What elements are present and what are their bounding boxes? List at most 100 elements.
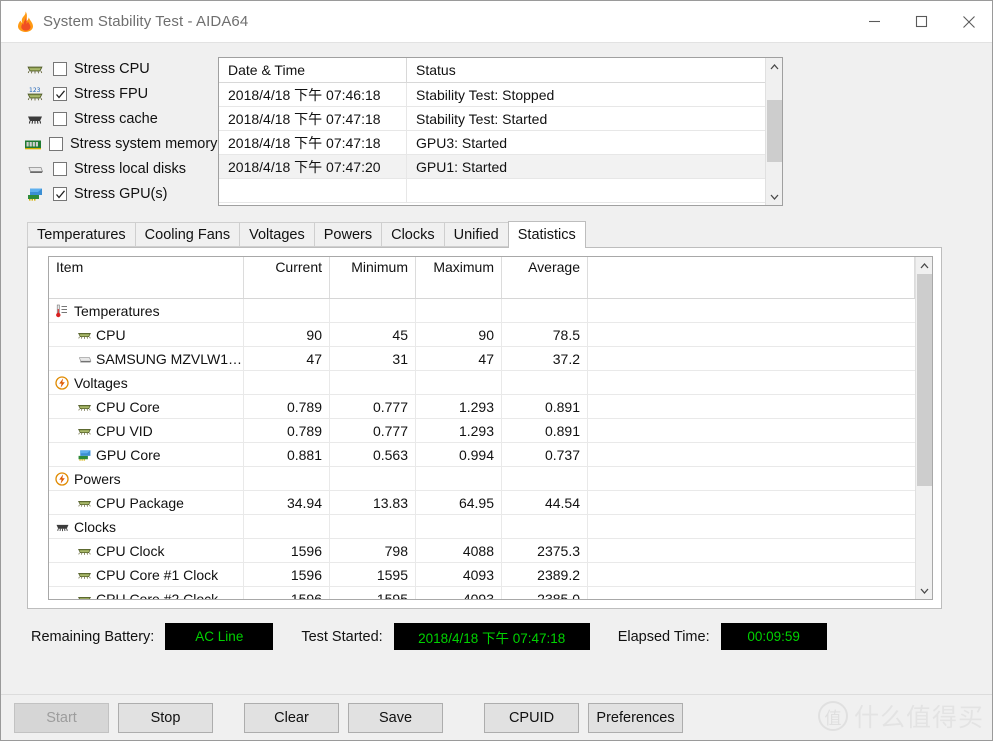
stress-option-fpu[interactable]: 123 Stress FPU (23, 82, 216, 106)
tab-label: Cooling Fans (144, 226, 231, 243)
table-row[interactable]: CPU Core 0.789 0.777 1.293 0.891 (49, 395, 915, 419)
table-row[interactable]: Powers (49, 467, 915, 491)
tab-cooling-fans[interactable]: Cooling Fans (134, 222, 240, 247)
table-row[interactable]: GPU Core 0.881 0.563 0.994 0.737 (49, 443, 915, 467)
row-filler (588, 515, 915, 538)
start-button[interactable]: Start (14, 702, 109, 733)
statistics-grid: Item Current Minimum Maximum Average Tem… (48, 256, 933, 600)
row-minimum: 1595 (330, 587, 416, 599)
stress-fpu-checkbox[interactable] (53, 87, 67, 101)
table-row[interactable]: Voltages (49, 371, 915, 395)
log-row[interactable]: 2018/4/18 下午 07:46:18 Stability Test: St… (219, 83, 765, 107)
stress-option-system-memory[interactable]: Stress system memory (23, 132, 218, 156)
scrollbar-thumb[interactable] (916, 274, 932, 486)
stress-cpu-checkbox[interactable] (53, 62, 67, 76)
tab-temperatures[interactable]: Temperatures (27, 222, 135, 247)
save-button[interactable]: Save (348, 702, 443, 733)
stress-cache-checkbox[interactable] (53, 112, 67, 126)
row-maximum: 90 (416, 323, 502, 346)
preferences-button[interactable]: Preferences (588, 702, 683, 733)
stop-button[interactable]: Stop (118, 702, 213, 733)
row-label: CPU Package (96, 494, 184, 511)
tab-powers[interactable]: Powers (313, 222, 382, 247)
scroll-down-icon[interactable] (766, 188, 783, 205)
tab-unified[interactable]: Unified (443, 222, 508, 247)
scrollbar-thumb[interactable] (766, 100, 782, 162)
row-current: 0.789 (244, 419, 330, 442)
minimize-icon[interactable] (851, 1, 898, 42)
row-average: 78.5 (502, 323, 588, 346)
log-time: 2018/4/18 下午 07:47:18 (219, 107, 407, 130)
cache-chip-icon (53, 519, 71, 535)
stress-option-gpus[interactable]: Stress GPU(s) (23, 182, 216, 206)
log-column-date-time: Date & Time (219, 58, 407, 82)
event-log-scrollbar[interactable] (765, 58, 782, 205)
log-status: GPU3: Started (416, 134, 508, 151)
maximize-icon[interactable] (898, 1, 945, 42)
tab-voltages[interactable]: Voltages (239, 222, 314, 247)
row-maximum (416, 467, 502, 490)
row-minimum: 1595 (330, 563, 416, 586)
title-bar: System Stability Test - AIDA64 (1, 1, 992, 42)
row-label: CPU Core #1 Clock (96, 566, 219, 583)
col-maximum: Maximum (416, 257, 502, 298)
row-item: CPU Core #2 Clock (49, 587, 244, 599)
row-minimum (330, 467, 416, 490)
stress-option-label: Stress GPU(s) (74, 186, 168, 202)
table-row[interactable]: CPU Package 34.94 13.83 64.95 44.54 (49, 491, 915, 515)
row-maximum (416, 299, 502, 322)
log-row[interactable]: 2018/4/18 下午 07:47:18 GPU3: Started (219, 131, 765, 155)
table-row[interactable]: CPU Core #2 Clock 1596 1595 4093 2385.0 (49, 587, 915, 599)
scrollbar-track[interactable] (766, 75, 783, 188)
table-row[interactable]: CPU 90 45 90 78.5 (49, 323, 915, 347)
row-current: 0.881 (244, 443, 330, 466)
row-item: Temperatures (49, 299, 244, 322)
col-average: Average (502, 257, 588, 298)
scroll-up-icon[interactable] (916, 257, 933, 274)
scroll-up-icon[interactable] (766, 58, 783, 75)
tab-label: Unified (453, 226, 499, 243)
row-current: 47 (244, 347, 330, 370)
stress-gpus-checkbox[interactable] (53, 187, 67, 201)
clear-button[interactable]: Clear (244, 702, 339, 733)
log-row[interactable]: 2018/4/18 下午 07:47:18 Stability Test: St… (219, 107, 765, 131)
table-row[interactable]: CPU VID 0.789 0.777 1.293 0.891 (49, 419, 915, 443)
row-current: 34.94 (244, 491, 330, 514)
row-item: Clocks (49, 515, 244, 538)
stress-option-label: Stress system memory (70, 136, 218, 152)
row-average: 0.737 (502, 443, 588, 466)
statistics-scrollbar[interactable] (915, 257, 932, 599)
row-filler (588, 587, 915, 599)
table-row[interactable]: Temperatures (49, 299, 915, 323)
table-row[interactable]: CPU Core #1 Clock 1596 1595 4093 2389.2 (49, 563, 915, 587)
stress-disks-checkbox[interactable] (53, 162, 67, 176)
row-average (502, 467, 588, 490)
statistics-rows: Item Current Minimum Maximum Average Tem… (49, 257, 915, 599)
cpu-chip-icon (75, 567, 93, 583)
stress-memory-checkbox[interactable] (49, 137, 63, 151)
stress-option-local-disks[interactable]: Stress local disks (23, 157, 216, 181)
scroll-down-icon[interactable] (916, 582, 933, 599)
row-label: CPU Core (96, 398, 160, 415)
row-current (244, 467, 330, 490)
statistics-header: Item Current Minimum Maximum Average (49, 257, 915, 299)
scrollbar-track[interactable] (916, 274, 933, 582)
log-row[interactable]: 2018/4/18 下午 07:47:20 GPU1: Started (219, 155, 765, 179)
col-current: Current (244, 257, 330, 298)
cpuid-button[interactable]: CPUID (484, 702, 579, 733)
table-row[interactable]: SAMSUNG MZVLW1… 47 31 47 37.2 (49, 347, 915, 371)
stress-options-list: Stress CPU 123 Stress FPU Stress cache S… (1, 57, 218, 207)
row-current: 1596 (244, 539, 330, 562)
tab-clocks[interactable]: Clocks (381, 222, 444, 247)
log-status-empty (407, 179, 765, 202)
close-icon[interactable] (945, 1, 992, 42)
stress-option-cpu[interactable]: Stress CPU (23, 57, 216, 81)
log-time: 2018/4/18 下午 07:46:18 (219, 83, 407, 106)
table-row[interactable]: Clocks (49, 515, 915, 539)
table-row[interactable]: CPU Clock 1596 798 4088 2375.3 (49, 539, 915, 563)
tab-statistics[interactable]: Statistics (507, 221, 586, 248)
cpu-chip-icon (75, 543, 93, 559)
stress-option-cache[interactable]: Stress cache (23, 107, 216, 131)
flame-icon (15, 11, 35, 33)
button-bar: Start Stop Clear Save CPUID Preferences (1, 694, 992, 740)
